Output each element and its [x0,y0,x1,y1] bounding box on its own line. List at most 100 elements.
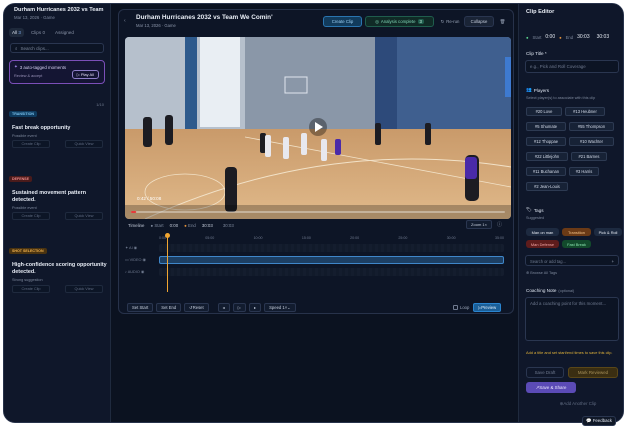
player-chip[interactable]: #11 Buchanan [526,167,566,176]
save-share-button[interactable]: ↗ Save & Share [526,382,576,393]
browse-tags-link[interactable]: ⊕ Browse All Tags [526,270,557,275]
player-chip[interactable]: #5 Shumate [526,122,566,131]
create-clip-button[interactable]: Create Clip [12,140,50,148]
suggested-label: Suggested [526,216,545,220]
back-arrow-icon[interactable]: ‹ [124,18,126,24]
moment-sub: Possible event [12,206,37,211]
moment-sub: Possible event [12,134,37,139]
game-type: Game [43,15,55,20]
video-editor: ‹ Durham Hurricanes 2032 vs Team We Comi… [118,9,514,314]
tag-chip[interactable]: Man Defense [526,240,559,248]
chat-icon: 💬 [586,418,593,423]
ai-track[interactable] [159,244,504,252]
create-clip-button[interactable]: Create Clip [12,285,50,293]
create-clip-button[interactable]: Create Clip [12,212,50,220]
player-chip[interactable]: #20 Love [526,107,562,116]
video-date: Mar 13, 2026 [136,23,161,28]
info-icon[interactable]: ⓘ [497,221,502,228]
app-window: Durham Hurricanes 2032 vs Team We Comin'… [3,3,624,423]
quick-view-button[interactable]: Quick View [65,140,103,148]
moment-card[interactable]: SHOT SELECTION High-confidence scoring o… [4,239,111,293]
player-chip[interactable]: #2 Jean-Louis [526,182,568,191]
video-type: Game [164,23,176,28]
track-label-ai: ✦ AI ◉ [125,246,137,250]
tags-label: 🏷 Tags [526,207,544,213]
quick-view-button[interactable]: Quick View [65,212,103,220]
coaching-note-textarea[interactable]: Add a coaching point for this moment... [525,297,619,341]
reset-button[interactable]: ↺ Reset [184,303,209,312]
player-chip[interactable]: #22 Littlejohn [526,152,568,161]
tag-chip[interactable]: Man on man [526,228,559,236]
quick-view-button[interactable]: Quick View [65,285,103,293]
moment-badge: SHOT SELECTION [9,248,47,254]
users-icon: 👥 [526,87,532,92]
video-progress-fill [131,211,137,213]
skip-forward-icon[interactable]: ▸ [249,303,262,312]
zoom-select[interactable]: Zoom 1× [466,220,492,229]
tag-chip[interactable]: Transition [562,228,591,236]
analysis-status-button[interactable]: ◎ Analysis complete 3 [365,16,434,27]
moment-count: 1/10 [96,102,104,107]
playback-controls: Set Start Set End ↺ Reset ◂ ▷ ▸ Speed 1×… [127,303,296,312]
refresh-icon: ↻ [440,18,445,24]
collapse-button[interactable]: Collapse [464,16,494,27]
player-chip[interactable]: #21 Barnes [571,152,607,161]
save-draft-button[interactable]: Save Draft [526,367,564,378]
game-date: Mar 13, 2026 [14,15,40,20]
speed-select[interactable]: Speed 1× ⌄ [264,303,296,312]
clip-search-input[interactable]: ⌕ Search clips... [10,43,104,53]
track-label-video: ▭ VIDEO ◉ [125,258,146,262]
sparkle-icon: ✦ [14,64,18,69]
timeline-duration: 30:03 [222,223,234,228]
clip-title-input[interactable]: e.g., Pick and Roll Coverage [525,60,619,73]
player-chip[interactable]: #13 Heubner [565,107,605,116]
player-chip[interactable]: #12 Thoppae [526,137,566,146]
moment-title: Fast break opportunity [12,125,71,131]
skip-back-icon[interactable]: ◂ [217,303,230,312]
play-all-button[interactable]: ▷ Play All [71,70,99,79]
player-chip[interactable]: #55 Thompson [569,122,614,131]
moment-title: Sustained movement pattern detected. [12,190,86,204]
audio-track[interactable] [159,268,504,276]
playhead[interactable] [167,234,168,292]
tag-icon: 🏷 [526,207,532,212]
coaching-note-label: Coaching Note (optional) [526,288,575,293]
player-chip[interactable]: #10 Wachter [569,137,614,146]
moment-badge: TRANSITION [9,111,37,117]
playhead-handle[interactable] [165,233,170,238]
feedback-button[interactable]: 💬 Feedback [582,416,616,426]
auto-tagged-banner: ✦ 3 auto-tagged moments Review & accept ▷… [9,60,105,84]
set-end-button[interactable]: Set End [156,303,182,312]
tag-chip[interactable]: Pick & Roll [594,228,622,236]
moments-panel: Durham Hurricanes 2032 vs Team We Comin'… [4,4,111,422]
track-label-audio: ♪ AUDIO ◉ [125,270,145,274]
video-player[interactable]: 0:42 / 50:08 [125,37,511,219]
loop-toggle[interactable]: Loop [453,305,469,310]
player-chip[interactable]: #3 Harris [569,167,599,176]
preview-button[interactable]: ▷ Preview [473,303,502,312]
moment-card[interactable]: TRANSITION 1/10 Fast break opportunity P… [4,102,111,148]
timeline-end-value: 30:03 [201,223,213,228]
tag-search-input[interactable]: Search or add tag... + [525,255,619,266]
moment-card[interactable]: DEFENSE Sustained movement pattern detec… [4,167,111,220]
mark-reviewed-button[interactable]: Mark Reviewed [568,367,618,378]
set-start-button[interactable]: Set Start [127,303,154,312]
tab-clips[interactable]: Clips 0 [28,28,48,37]
tag-chip[interactable]: Fast Break [562,240,591,248]
clip-title-label: Clip Title * [526,51,547,56]
moment-badge: DEFENSE [9,176,32,182]
clip-editor-header: Clip Editor [526,9,555,15]
video-track[interactable] [159,256,504,264]
tab-assigned[interactable]: Assigned [52,28,77,37]
search-icon: ⌕ [15,45,18,51]
moment-sub: Strong suggestion [12,278,43,283]
add-another-clip-button[interactable]: ⊕ Add Another Clip [543,398,613,409]
rerun-button[interactable]: ↻ Re-run [437,16,463,27]
trash-icon[interactable]: 🗑 [497,16,508,27]
create-clip-header-button[interactable]: Create Clip [323,16,362,27]
play-icon[interactable]: ▷ [232,303,247,312]
moment-title: High-confidence scoring opportunity dete… [12,262,107,276]
timeline-start-value: 0:00 [169,223,179,228]
tab-all[interactable]: All 3 [9,28,24,37]
check-icon: ◎ [375,18,379,24]
